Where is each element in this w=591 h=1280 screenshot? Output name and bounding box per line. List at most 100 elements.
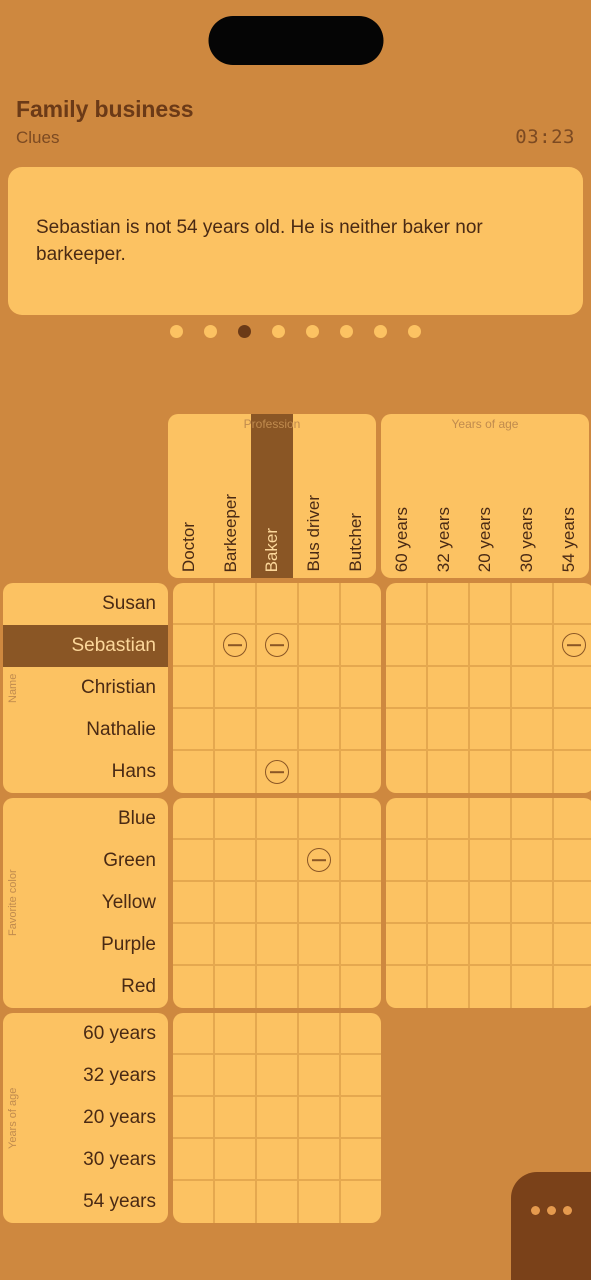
grid-cell[interactable] xyxy=(512,583,554,625)
row-header-blue[interactable]: Blue xyxy=(3,798,168,840)
grid-cell[interactable] xyxy=(215,1139,257,1181)
row-header-nathalie[interactable]: Nathalie xyxy=(3,709,168,751)
grid-cell[interactable] xyxy=(470,840,512,882)
grid-cell[interactable] xyxy=(341,1055,381,1097)
grid-cell[interactable] xyxy=(512,966,554,1008)
grid-cell[interactable] xyxy=(386,840,428,882)
grid-cell[interactable] xyxy=(173,924,215,966)
grid-cell[interactable] xyxy=(257,625,299,667)
grid-cell[interactable] xyxy=(428,583,470,625)
grid-cell[interactable] xyxy=(215,1181,257,1223)
grid-cell[interactable] xyxy=(257,924,299,966)
grid-cell[interactable] xyxy=(470,751,512,793)
grid-cell[interactable] xyxy=(299,882,341,924)
grid-cell[interactable] xyxy=(173,1013,215,1055)
grid-cell[interactable] xyxy=(173,840,215,882)
grid-cell[interactable] xyxy=(257,798,299,840)
grid-cell[interactable] xyxy=(512,882,554,924)
grid-cell[interactable] xyxy=(257,1097,299,1139)
grid-cell[interactable] xyxy=(554,751,591,793)
grid-cell[interactable] xyxy=(341,882,381,924)
grid-cell[interactable] xyxy=(386,882,428,924)
row-header-54-years[interactable]: 54 years xyxy=(3,1181,168,1223)
grid-cell[interactable] xyxy=(215,924,257,966)
grid-cell[interactable] xyxy=(512,840,554,882)
grid-cell[interactable] xyxy=(341,966,381,1008)
grid-cell[interactable] xyxy=(299,840,341,882)
grid-cell[interactable] xyxy=(512,667,554,709)
grid-cell[interactable] xyxy=(257,882,299,924)
grid-cell[interactable] xyxy=(173,882,215,924)
row-header-red[interactable]: Red xyxy=(3,966,168,1008)
pager-dot-6[interactable] xyxy=(340,325,353,338)
grid-cell[interactable] xyxy=(299,583,341,625)
grid-cell[interactable] xyxy=(299,625,341,667)
grid-cell[interactable] xyxy=(173,709,215,751)
grid-cell[interactable] xyxy=(215,751,257,793)
grid-cell[interactable] xyxy=(428,966,470,1008)
grid-cell[interactable] xyxy=(173,583,215,625)
row-header-christian[interactable]: Christian xyxy=(3,667,168,709)
column-header-32-years[interactable]: 32 years xyxy=(423,414,465,578)
grid-cell[interactable] xyxy=(299,1181,341,1223)
pager-dot-7[interactable] xyxy=(374,325,387,338)
grid-cell[interactable] xyxy=(341,667,381,709)
grid-cell[interactable] xyxy=(173,1097,215,1139)
grid-cell[interactable] xyxy=(299,1013,341,1055)
grid-cell[interactable] xyxy=(257,1055,299,1097)
grid-cell[interactable] xyxy=(512,625,554,667)
pager-dot-8[interactable] xyxy=(408,325,421,338)
grid-cell[interactable] xyxy=(341,1013,381,1055)
row-header-60-years[interactable]: 60 years xyxy=(3,1013,168,1055)
grid-cell[interactable] xyxy=(428,625,470,667)
grid-cell[interactable] xyxy=(554,667,591,709)
grid-cell[interactable] xyxy=(299,751,341,793)
grid-cell[interactable] xyxy=(386,924,428,966)
grid-cell[interactable] xyxy=(173,1181,215,1223)
grid-cell[interactable] xyxy=(428,924,470,966)
grid-cell[interactable] xyxy=(428,882,470,924)
grid-cell[interactable] xyxy=(341,1139,381,1181)
grid-cell[interactable] xyxy=(341,924,381,966)
row-header-hans[interactable]: Hans xyxy=(3,751,168,793)
grid-cell[interactable] xyxy=(215,709,257,751)
column-header-54-years[interactable]: 54 years xyxy=(547,414,589,578)
grid-cell[interactable] xyxy=(554,798,591,840)
grid-cell[interactable] xyxy=(299,1139,341,1181)
grid-cell[interactable] xyxy=(470,583,512,625)
grid-cell[interactable] xyxy=(173,966,215,1008)
grid-cell[interactable] xyxy=(554,840,591,882)
grid-cell[interactable] xyxy=(386,966,428,1008)
grid-cell[interactable] xyxy=(215,1055,257,1097)
row-header-purple[interactable]: Purple xyxy=(3,924,168,966)
grid-cell[interactable] xyxy=(554,924,591,966)
grid-cell[interactable] xyxy=(257,709,299,751)
grid-cell[interactable] xyxy=(257,1139,299,1181)
grid-cell[interactable] xyxy=(428,798,470,840)
grid-cell[interactable] xyxy=(257,667,299,709)
grid-cell[interactable] xyxy=(215,966,257,1008)
grid-cell[interactable] xyxy=(341,751,381,793)
grid-cell[interactable] xyxy=(386,625,428,667)
grid-cell[interactable] xyxy=(341,1097,381,1139)
grid-cell[interactable] xyxy=(554,583,591,625)
grid-cell[interactable] xyxy=(341,798,381,840)
grid-cell[interactable] xyxy=(512,709,554,751)
grid-cell[interactable] xyxy=(470,966,512,1008)
grid-cell[interactable] xyxy=(173,1139,215,1181)
grid-cell[interactable] xyxy=(386,583,428,625)
column-header-20-years[interactable]: 20 years xyxy=(464,414,506,578)
column-header-baker[interactable]: Baker xyxy=(251,414,293,578)
grid-cell[interactable] xyxy=(173,667,215,709)
row-header-susan[interactable]: Susan xyxy=(3,583,168,625)
grid-cell[interactable] xyxy=(257,840,299,882)
grid-cell[interactable] xyxy=(173,751,215,793)
grid-cell[interactable] xyxy=(299,1097,341,1139)
grid-cell[interactable] xyxy=(341,625,381,667)
grid-cell[interactable] xyxy=(215,882,257,924)
grid-cell[interactable] xyxy=(554,709,591,751)
grid-cell[interactable] xyxy=(299,924,341,966)
grid-cell[interactable] xyxy=(554,882,591,924)
pager-dot-3[interactable] xyxy=(238,325,251,338)
grid-cell[interactable] xyxy=(470,924,512,966)
